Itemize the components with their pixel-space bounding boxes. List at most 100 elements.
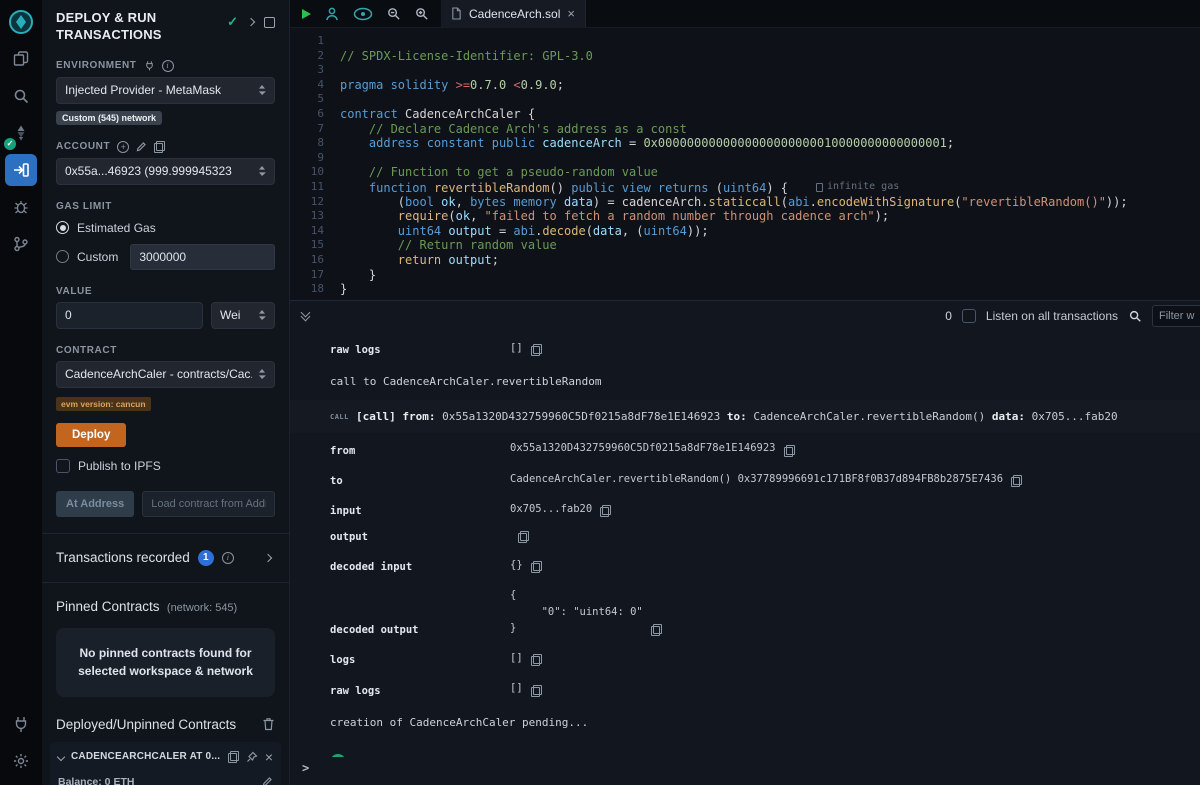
search-icon[interactable]	[5, 80, 37, 112]
activity-bar: ✓	[0, 0, 42, 785]
settings-icon[interactable]	[5, 745, 37, 777]
line-number: 6	[290, 107, 340, 122]
add-account-icon[interactable]: +	[117, 141, 129, 153]
zoom-in-icon[interactable]	[414, 6, 429, 21]
pin-contract-icon[interactable]	[246, 751, 258, 763]
terminal-key: decoded input	[330, 561, 510, 573]
code-line: 9	[290, 151, 1200, 166]
publish-ipfs-checkbox[interactable]	[56, 459, 70, 473]
user-icon[interactable]	[324, 6, 340, 22]
listen-all-label: Listen on all transactions	[986, 309, 1118, 323]
code-line: 10 // Function to get a pseudo-random va…	[290, 165, 1200, 180]
filter-input[interactable]	[1152, 305, 1200, 327]
copy-icon[interactable]	[531, 344, 542, 356]
value-unit-select[interactable]: Wei	[211, 302, 275, 329]
deploy-run-icon[interactable]	[5, 154, 37, 186]
copy-icon[interactable]	[531, 561, 542, 573]
pin-panel-icon[interactable]	[264, 17, 275, 28]
deploy-button[interactable]: Deploy	[56, 423, 126, 447]
expand-transactions-icon[interactable]	[264, 554, 272, 562]
copy-icon[interactable]	[600, 505, 611, 517]
file-explorer-icon[interactable]	[5, 43, 37, 75]
evm-version-badge: evm version: cancun	[56, 397, 151, 411]
terminal-kv-row: output	[290, 524, 1200, 550]
plugin-manager-icon[interactable]	[5, 708, 37, 740]
compiled-check-icon: ✓	[227, 14, 238, 30]
terminal-value: []	[510, 680, 542, 696]
environment-select[interactable]: Injected Provider - MetaMask	[56, 77, 275, 104]
terminal-value	[510, 531, 529, 543]
code-line: 12 (bool ok, bytes memory data) = cadenc…	[290, 195, 1200, 210]
value-input[interactable]	[56, 302, 203, 329]
deploy-run-panel: DEPLOY & RUN TRANSACTIONS ✓ ENVIRONMENT …	[42, 0, 290, 785]
code-line: 13 require(ok, "failed to fetch a random…	[290, 209, 1200, 224]
terminal-prompt[interactable]: >	[290, 757, 1200, 785]
remove-contract-icon[interactable]: ×	[265, 750, 273, 764]
line-number: 17	[290, 268, 340, 283]
terminal-block-entry[interactable]: ✓[block:5033220 txIndex:-] from: 0x55a..…	[290, 741, 1200, 757]
copilot-toggle-icon[interactable]	[353, 7, 373, 21]
debugger-icon[interactable]	[5, 191, 37, 223]
custom-gas-option[interactable]: Custom	[56, 244, 275, 270]
main-area: CadenceArch.sol × 12// SPDX-License-Iden…	[290, 0, 1200, 785]
solidity-compiler-icon[interactable]: ✓	[5, 117, 37, 149]
copy-icon[interactable]	[518, 531, 529, 543]
line-number: 5	[290, 92, 340, 107]
close-tab-icon[interactable]: ×	[567, 6, 575, 21]
code-line: 6contract CadenceArchCaler {	[290, 107, 1200, 122]
transactions-recorded-row[interactable]: Transactions recorded 1 i	[56, 550, 275, 566]
network-badge: Custom (545) network	[56, 111, 162, 125]
copy-icon[interactable]	[531, 685, 542, 697]
listen-all-checkbox[interactable]	[962, 309, 976, 323]
account-select[interactable]: 0x55a...46923 (999.999945323	[56, 158, 275, 185]
environment-label: ENVIRONMENT	[56, 60, 137, 71]
line-number: 7	[290, 122, 340, 137]
run-script-icon[interactable]	[302, 9, 311, 19]
estimated-gas-option[interactable]: Estimated Gas	[56, 221, 275, 235]
at-address-input[interactable]	[142, 491, 275, 517]
terminal-search-icon[interactable]	[1128, 309, 1142, 323]
terminal-kv-row: input0x705...fab20	[290, 494, 1200, 524]
copy-account-icon[interactable]	[154, 141, 165, 153]
terminal-key: raw logs	[330, 685, 510, 697]
line-number: 3	[290, 63, 340, 78]
terminal-kv-row: decoded input{}	[290, 550, 1200, 580]
chevron-right-icon[interactable]	[247, 18, 255, 26]
value-label: VALUE	[56, 286, 275, 297]
edit-balance-icon[interactable]	[262, 776, 273, 785]
tab-cadencearch-sol[interactable]: CadenceArch.sol ×	[441, 0, 586, 27]
collapse-terminal-icon[interactable]	[300, 310, 311, 322]
custom-gas-input[interactable]	[130, 244, 275, 270]
copy-icon[interactable]	[531, 654, 542, 666]
divider	[42, 582, 289, 583]
terminal-call-entry[interactable]: call[call] from: 0x55a1320D432759960C5Df…	[290, 400, 1200, 433]
code-line: 11 function revertibleRandom() public vi…	[290, 180, 1200, 195]
account-label: ACCOUNT	[56, 141, 110, 152]
plug-icon[interactable]	[144, 60, 155, 71]
git-icon[interactable]	[5, 228, 37, 260]
transactions-info-icon[interactable]: i	[222, 552, 234, 564]
copy-address-icon[interactable]	[228, 751, 239, 763]
zoom-out-icon[interactable]	[386, 6, 401, 21]
at-address-button[interactable]: At Address	[56, 491, 134, 517]
terminal-value: { "0": "uint64: 0" }	[510, 587, 662, 636]
pending-count: 0	[945, 309, 952, 323]
copy-icon[interactable]	[651, 624, 662, 636]
code-line: 5	[290, 92, 1200, 107]
publish-ipfs-option[interactable]: Publish to IPFS	[56, 459, 275, 473]
terminal-kv-row: raw logs[]	[290, 673, 1200, 703]
copy-icon[interactable]	[784, 445, 795, 457]
solidity-file-icon	[451, 7, 462, 20]
collapse-contract-icon[interactable]	[57, 753, 65, 761]
terminal-toolbar: 0 Listen on all transactions	[290, 301, 1200, 331]
environment-info-icon[interactable]: i	[162, 60, 174, 72]
contract-select[interactable]: CadenceArchCaler - contracts/Cac...	[56, 361, 275, 388]
code-editor[interactable]: 12// SPDX-License-Identifier: GPL-3.034p…	[290, 28, 1200, 300]
code-line: 18}	[290, 282, 1200, 297]
terminal-value: []	[510, 340, 542, 356]
edit-account-icon[interactable]	[136, 141, 147, 152]
trash-icon[interactable]	[262, 717, 275, 731]
copy-icon[interactable]	[1011, 475, 1022, 487]
terminal: 0 Listen on all transactions raw logs[]c…	[290, 300, 1200, 785]
remix-logo-icon[interactable]	[5, 6, 37, 38]
